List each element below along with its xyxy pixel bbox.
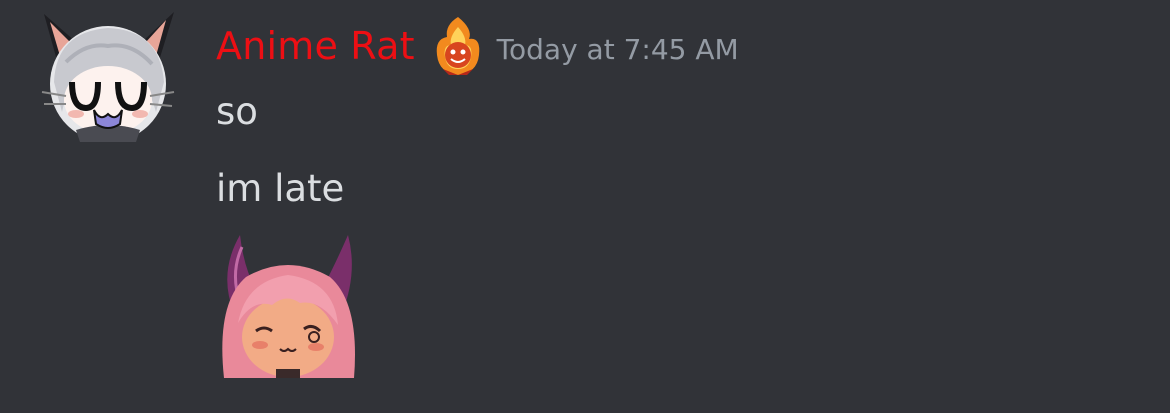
user-avatar[interactable] [36,12,176,142]
username[interactable]: Anime Rat [216,24,415,68]
role-badge[interactable] [427,15,489,77]
sticker[interactable] [216,233,360,378]
cat-ear-girl-avatar-icon [41,12,175,142]
message-header: Anime Rat Today at 7:45 AM [216,15,739,77]
message-text: so [216,90,258,133]
message-timestamp[interactable]: Today at 7:45 AM [497,27,739,66]
chat-message-group: Anime Rat Today at 7:45 AM so im late [0,0,1170,413]
flame-badge-icon [436,17,479,75]
message-text: im late [216,167,345,210]
horned-girl-sticker-icon [222,235,355,378]
